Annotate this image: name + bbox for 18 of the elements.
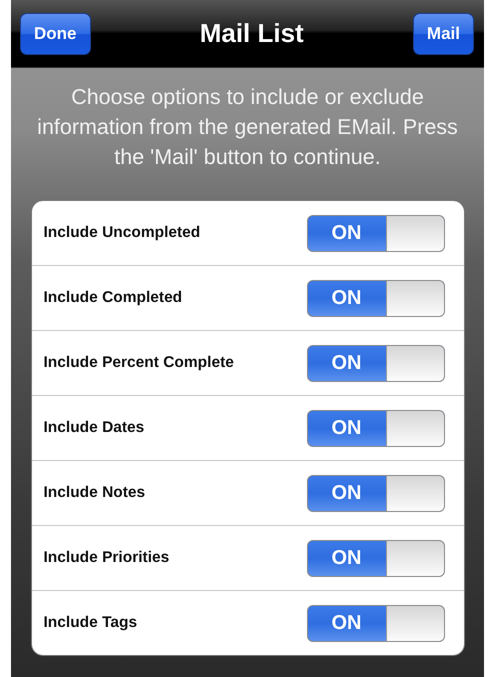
toggle-switch[interactable]: ON	[306, 344, 444, 382]
toggle-switch[interactable]: ON	[306, 604, 444, 642]
toggle-switch[interactable]: ON	[306, 540, 444, 576]
toggle-switch[interactable]: ON	[306, 214, 444, 252]
option-label: Include Completed	[44, 289, 182, 307]
window-title: Mail List	[200, 18, 304, 49]
option-label: Include Dates	[44, 419, 144, 437]
option-label: Include Tags	[44, 614, 138, 632]
instructions-text: Choose options to include or exclude information from the generated EMail. Press the 'Mail' button to continue.	[36, 84, 459, 171]
mail-button[interactable]: Mail	[412, 12, 474, 54]
toggle-switch[interactable]: ON	[306, 280, 444, 316]
toggle-switch[interactable]: ON	[306, 410, 444, 446]
option-label: Include Uncompleted	[44, 224, 200, 242]
option-label: Include Percent Complete	[44, 354, 234, 372]
done-button[interactable]: Done	[20, 12, 90, 54]
option-label: Include Notes	[44, 484, 146, 502]
option-label: Include Priorities	[44, 549, 170, 567]
toggle-switch[interactable]: ON	[306, 474, 444, 512]
